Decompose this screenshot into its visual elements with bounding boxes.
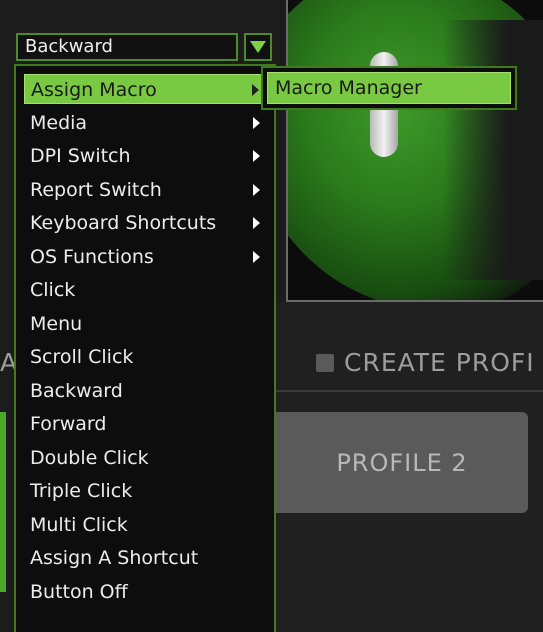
- menu-item-label: Menu: [30, 312, 83, 335]
- menu-item-scroll-click[interactable]: Scroll Click: [24, 342, 268, 372]
- menu-item-label: Button Off: [30, 580, 128, 603]
- create-profile-label: CREATE PROFI: [344, 348, 535, 377]
- menu-item-report-switch[interactable]: Report Switch: [24, 175, 268, 205]
- menu-item-assign-a-shortcut[interactable]: Assign A Shortcut: [24, 543, 268, 573]
- menu-item-assign-macro[interactable]: Assign Macro: [24, 74, 268, 104]
- menu-item-multi-click[interactable]: Multi Click: [24, 510, 268, 540]
- divider: [276, 390, 543, 392]
- chevron-right-icon: [253, 150, 260, 162]
- create-profile-toggle[interactable]: CREATE PROFI: [316, 348, 535, 377]
- menu-item-dpi-switch[interactable]: DPI Switch: [24, 141, 268, 171]
- chevron-right-icon: [253, 217, 260, 229]
- menu-item-label: Multi Click: [30, 513, 128, 536]
- menu-item-label: Triple Click: [30, 480, 133, 502]
- menu-item-os-functions[interactable]: OS Functions: [24, 242, 268, 272]
- chevron-down-icon: [250, 41, 266, 53]
- action-menu: Assign Macro Media DPI Switch Report Switch…: [14, 64, 276, 632]
- menu-item-label: OS Functions: [30, 245, 154, 268]
- chevron-right-icon: [253, 116, 260, 129]
- menu-item-keyboard-shortcuts[interactable]: Keyboard Shortcuts: [24, 208, 268, 238]
- profile-2-button[interactable]: PROFILE 2: [276, 412, 528, 513]
- select-dropdown-button[interactable]: [244, 33, 272, 61]
- action-select[interactable]: Backward: [16, 33, 238, 61]
- create-profile-checkbox[interactable]: [316, 353, 334, 372]
- menu-item-label: Assign Macro: [31, 79, 157, 101]
- menu-item-label: Report Switch: [30, 178, 162, 201]
- menu-item-label: DPI Switch: [30, 145, 131, 167]
- mouse-preview-panel: [286, 0, 543, 302]
- menu-item-media[interactable]: Media: [24, 108, 268, 138]
- menu-item-label: Scroll Click: [30, 346, 134, 368]
- menu-item-label: Click: [30, 279, 76, 301]
- profile-1-edge[interactable]: [0, 412, 6, 592]
- menu-item-button-off[interactable]: Button Off: [24, 577, 268, 607]
- menu-item-label: Assign A Shortcut: [30, 547, 199, 569]
- menu-item-label: Media: [30, 111, 88, 134]
- menu-item-label: Backward: [30, 379, 123, 402]
- menu-item-label: Keyboard Shortcuts: [30, 212, 217, 234]
- menu-item-click[interactable]: Click: [24, 275, 268, 305]
- menu-item-label: Forward: [30, 413, 107, 435]
- menu-item-menu[interactable]: Menu: [24, 309, 268, 339]
- menu-item-triple-click[interactable]: Triple Click: [24, 476, 268, 506]
- chevron-right-icon: [252, 84, 259, 96]
- menu-item-macro-manager[interactable]: Macro Manager: [267, 72, 511, 104]
- menu-item-double-click[interactable]: Double Click: [24, 443, 268, 473]
- chevron-right-icon: [253, 250, 260, 263]
- menu-item-forward[interactable]: Forward: [24, 409, 268, 439]
- menu-item-label: Double Click: [30, 446, 149, 469]
- assign-macro-submenu: Macro Manager: [261, 66, 517, 110]
- menu-item-backward[interactable]: Backward: [24, 376, 268, 406]
- chevron-right-icon: [253, 183, 260, 196]
